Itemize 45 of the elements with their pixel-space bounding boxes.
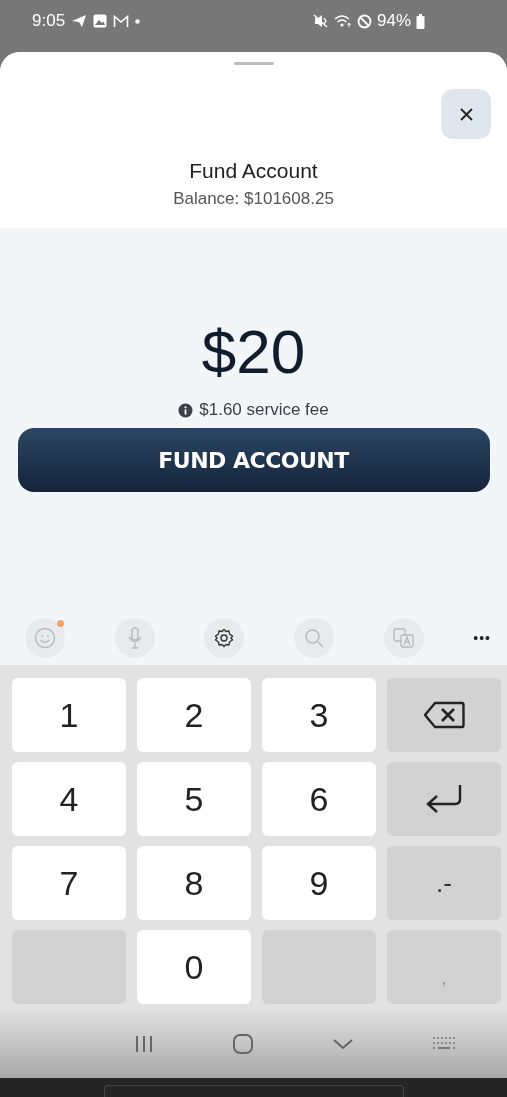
battery-percent: 94% (376, 11, 411, 31)
amount-field[interactable]: $20 (201, 316, 306, 388)
sheet-title: Fund Account (188, 159, 319, 183)
symbol-key[interactable]: .- (387, 846, 501, 920)
close-button[interactable] (441, 89, 491, 139)
battery-icon (416, 13, 425, 29)
do-not-disturb-icon (356, 13, 372, 29)
wifi-icon (333, 14, 352, 28)
close-icon (459, 107, 473, 121)
emoji-button[interactable] (25, 617, 65, 658)
smiley-icon (34, 626, 56, 649)
send-icon (71, 14, 88, 28)
digit-key[interactable]: 1 (12, 678, 126, 752)
recent-apps-icon[interactable] (134, 1034, 154, 1054)
translate-icon (392, 626, 415, 649)
digit-key[interactable]: 8 (137, 846, 251, 920)
more-button[interactable]: ••• (473, 629, 491, 646)
mail-icon (113, 14, 130, 28)
digit-key[interactable]: 4 (12, 762, 126, 836)
backspace-key[interactable] (387, 678, 501, 752)
info-icon (178, 402, 194, 418)
dot-icon (135, 18, 141, 24)
digit-key[interactable]: 9 (262, 846, 376, 920)
image-icon (93, 14, 108, 28)
settings-icon (214, 627, 235, 648)
digit-key[interactable]: 0 (137, 930, 251, 1004)
digit-key[interactable]: 5 (137, 762, 251, 836)
search-icon (303, 627, 324, 648)
keyboard-icon[interactable] (432, 1036, 456, 1052)
balance-text: Balance: $101608.25 (172, 189, 335, 209)
digit-key[interactable]: 2 (137, 678, 251, 752)
enter-key[interactable] (387, 762, 501, 836)
status-time: 9:05 (32, 11, 66, 31)
enter-icon (424, 783, 464, 815)
microphone-icon (126, 626, 143, 649)
mute-icon (312, 14, 329, 28)
digit-key[interactable]: 7 (12, 846, 126, 920)
drag-handle[interactable] (233, 62, 274, 65)
digit-key[interactable]: 3 (262, 678, 376, 752)
home-icon[interactable] (232, 1033, 254, 1055)
chevron-down-icon[interactable] (332, 1037, 354, 1051)
fund-account-button[interactable]: FUND ACCOUNT (17, 428, 490, 492)
backspace-icon (423, 701, 465, 729)
digit-key[interactable]: 6 (262, 762, 376, 836)
service-fee-text: $1.60 service fee (199, 400, 329, 420)
